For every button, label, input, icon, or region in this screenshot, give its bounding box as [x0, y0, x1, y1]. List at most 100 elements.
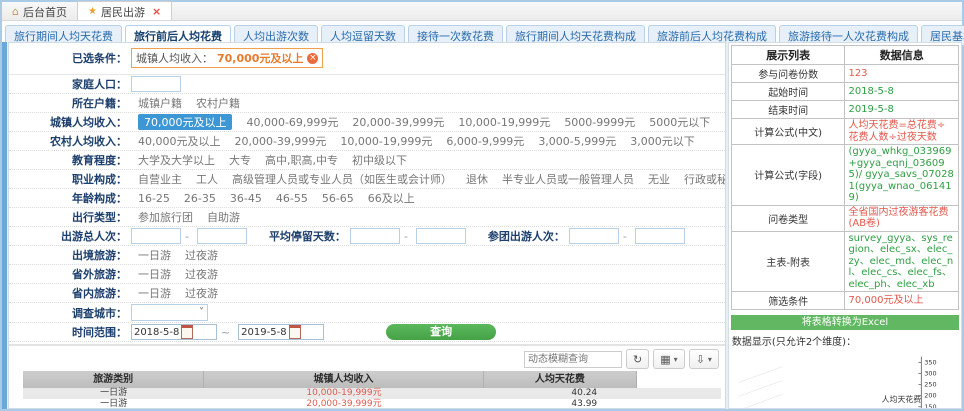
filter-option[interactable]: 半专业人员或一般管理人员	[502, 171, 634, 187]
filter-option[interactable]: 10,000-19,999元	[458, 114, 550, 130]
family-size-input[interactable]	[131, 76, 181, 92]
calendar-icon[interactable]	[181, 325, 193, 339]
filter-option[interactable]: 大学及大学以上	[138, 152, 215, 168]
filter-option[interactable]: 无业	[648, 171, 670, 187]
info-row-label: 主表-附表	[731, 231, 845, 292]
filter-option[interactable]: 大专	[229, 152, 251, 168]
range-input[interactable]	[569, 228, 619, 244]
filter-option[interactable]: 3,000元以下	[630, 133, 695, 149]
filter-option[interactable]: 一日游	[138, 266, 171, 282]
filter-option[interactable]: 一日游	[138, 247, 171, 263]
option-group: 大学及大学以上大专高中,职高,中专初中级以下	[131, 152, 414, 168]
fuzzy-search-input[interactable]	[524, 351, 622, 368]
table-column-header-empty	[637, 371, 721, 388]
filter-option[interactable]: 农村户籍	[196, 95, 240, 111]
range-input[interactable]	[131, 228, 181, 244]
cell-income-range: 20,000-39,999元	[204, 399, 483, 409]
form-row-label: 所在户籍：	[9, 95, 127, 111]
window-tab-1[interactable]: ★居民出游×	[77, 1, 172, 20]
filter-option[interactable]: 退休	[466, 171, 488, 187]
range-input[interactable]	[416, 228, 466, 244]
cell-travel-type: 一日游	[23, 388, 204, 399]
calendar-icon[interactable]	[289, 325, 301, 339]
form-row-label: 省内旅游：	[9, 285, 127, 301]
result-table: 旅游类别城镇人均收入人均天花费 一日游10,000-19,999元40.24一日…	[23, 371, 721, 409]
filter-option[interactable]: 行政或秘书或文员	[684, 171, 726, 187]
range-input[interactable]	[350, 228, 400, 244]
form-row-label: 年龄构成：	[9, 190, 127, 206]
form-row-label: 出游总人次：	[9, 228, 127, 244]
condition-tag-value: 70,000元及以上	[217, 50, 303, 66]
export-excel-button[interactable]: 将表格转换为Excel	[731, 315, 959, 330]
filter-option[interactable]: 过夜游	[185, 266, 218, 282]
filter-option[interactable]: 初中级以下	[352, 152, 407, 168]
refresh-button[interactable]: ↻	[626, 349, 649, 369]
date-to-input[interactable]: 2019-5-8	[238, 324, 324, 340]
form-row-0: 家庭人口：	[9, 75, 725, 94]
filter-option[interactable]: 3,000-5,999元	[538, 133, 616, 149]
city-select[interactable]: ˅	[131, 304, 208, 321]
form-row-label: 调查城市：	[9, 305, 127, 321]
info-panel: 展示列表数据信息 参与问卷份数123起始时间2018-5-8结束时间2019-5…	[728, 42, 962, 409]
filter-option[interactable]: 城镇户籍	[138, 95, 182, 111]
filter-option[interactable]: 40,000-69,999元	[246, 114, 338, 130]
range-input[interactable]	[635, 228, 685, 244]
export-button[interactable]: ⇩▾	[689, 349, 719, 369]
inline-range-label: 参团出游人次：	[488, 228, 565, 244]
date-from-input[interactable]: 2018-5-8	[131, 324, 217, 340]
window-tab-0[interactable]: ⌂后台首页	[2, 2, 77, 20]
filter-option[interactable]: 56-65	[322, 192, 354, 205]
table-row[interactable]: 一日游10,000-19,999元40.24	[23, 388, 721, 399]
form-row-4: 教育程度：大学及大学以上大专高中,职高,中专初中级以下	[9, 151, 725, 170]
remove-condition-icon[interactable]: ×	[307, 53, 318, 64]
form-row-label: 省外旅游：	[9, 266, 127, 282]
query-button[interactable]: 查询	[386, 324, 496, 340]
form-row-label: 职业构成：	[9, 171, 127, 187]
info-row-label: 起始时间	[731, 83, 845, 101]
filter-option[interactable]: 6,000-9,999元	[446, 133, 524, 149]
option-group: 城镇户籍农村户籍	[131, 95, 247, 111]
filter-option[interactable]: 工人	[196, 171, 218, 187]
form-row-label: 时间范围：	[9, 324, 127, 340]
filter-option[interactable]: 5000-9999元	[564, 114, 635, 130]
table-toolbar: ↻▦▾⇩▾	[9, 346, 725, 371]
filter-option[interactable]: 46-55	[276, 192, 308, 205]
filter-option[interactable]: 40,000元及以上	[138, 133, 221, 149]
filter-option[interactable]: 过夜游	[185, 247, 218, 263]
range-input[interactable]	[197, 228, 247, 244]
filter-option[interactable]: 20,000-39,999元	[352, 114, 444, 130]
window-tab-label: 后台首页	[23, 4, 67, 20]
filter-option[interactable]: 5000元以下	[649, 114, 710, 130]
filter-option[interactable]: 36-45	[230, 192, 262, 205]
filter-option[interactable]: 20,000-39,999元	[234, 133, 326, 149]
option-group: 一日游过夜游	[131, 266, 225, 282]
cell-travel-type: 一日游	[23, 399, 204, 409]
svg-text:200: 200	[924, 392, 936, 400]
close-tab-icon[interactable]: ×	[152, 5, 161, 18]
filter-option[interactable]: 一日游	[138, 285, 171, 301]
filter-option[interactable]: 高级管理人员或专业人员（如医生或会计师）	[232, 171, 452, 187]
chart-container: 35030025020015010050人均天花费40.2443.9929.26…	[731, 348, 959, 409]
filter-option[interactable]: 70,000元及以上	[138, 114, 233, 130]
form-row-8: 出游总人次：-平均停留天数：-参团出游人次：-	[9, 227, 725, 246]
filter-form: 家庭人口：所在户籍：城镇户籍农村户籍城镇人均收入：70,000元及以上40,00…	[9, 75, 725, 342]
filter-option[interactable]: 自助游	[207, 209, 240, 225]
columns-button[interactable]: ▦▾	[653, 349, 684, 369]
cell-empty	[637, 388, 721, 399]
table-row[interactable]: 一日游20,000-39,999元43.99	[23, 399, 721, 409]
filter-option[interactable]: 参加旅行团	[138, 209, 193, 225]
data-info-table: 展示列表数据信息 参与问卷份数123起始时间2018-5-8结束时间2019-5…	[731, 45, 959, 310]
filter-option[interactable]: 过夜游	[185, 285, 218, 301]
left-collapse-strip[interactable]	[2, 42, 7, 409]
columns-icon: ▦	[660, 353, 670, 366]
table-column-header: 城镇人均收入	[204, 371, 483, 388]
form-row-label: 城镇人均收入：	[9, 114, 127, 130]
filter-option[interactable]: 26-35	[184, 192, 216, 205]
option-group: 40,000元及以上 20,000-39,999元 10,000-19,999元 6,…	[131, 133, 702, 149]
filter-option[interactable]: 16-25	[138, 192, 170, 205]
filter-option[interactable]: 自营业主	[138, 171, 182, 187]
condition-tag-prefix: 城镇人均收入：	[136, 50, 213, 66]
filter-option[interactable]: 高中,职高,中专	[265, 152, 338, 168]
filter-option[interactable]: 66及以上	[368, 190, 415, 206]
filter-option[interactable]: 10,000-19,999元	[340, 133, 432, 149]
